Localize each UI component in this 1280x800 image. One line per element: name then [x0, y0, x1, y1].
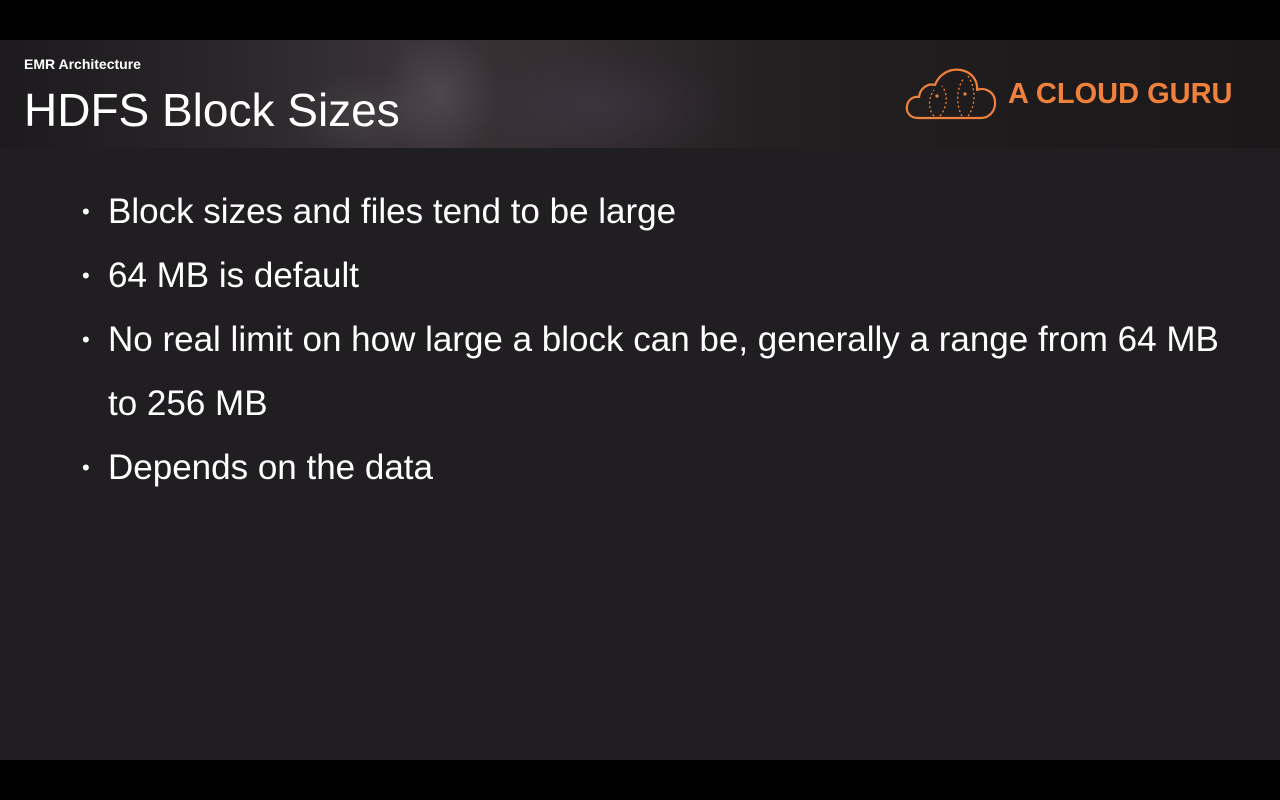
bullet-dot-icon: • — [82, 455, 90, 480]
bullet-text: Block sizes and files tend to be large — [108, 192, 677, 231]
cloud-logo-icon — [905, 68, 997, 120]
slide: EMR Architecture HDFS Block Sizes A CLOU… — [0, 40, 1280, 760]
brand-name: A CLOUD GURU — [1008, 78, 1233, 110]
bullet-item: • 64 MB is default — [78, 244, 1228, 308]
bullet-text: Depends on the data — [108, 448, 433, 487]
header-background-photo-shade — [470, 50, 730, 148]
bullet-text: 64 MB is default — [108, 256, 359, 295]
slide-header: EMR Architecture HDFS Block Sizes A CLOU… — [0, 40, 1280, 148]
letterbox-top — [0, 0, 1280, 40]
section-label: EMR Architecture — [24, 56, 141, 72]
bullet-text: No real limit on how large a block can b… — [108, 320, 1219, 423]
bullet-item: • No real limit on how large a block can… — [78, 308, 1228, 436]
letterbox-bottom — [0, 760, 1280, 800]
bullet-dot-icon: • — [82, 327, 90, 352]
slide-title: HDFS Block Sizes — [24, 84, 400, 136]
bullet-dot-icon: • — [82, 199, 90, 224]
brand-logo: A CLOUD GURU — [904, 64, 1244, 124]
bullet-item: • Block sizes and files tend to be large — [78, 180, 1228, 244]
bullet-item: • Depends on the data — [78, 436, 1228, 500]
bullet-list: • Block sizes and files tend to be large… — [78, 180, 1228, 500]
bullet-dot-icon: • — [82, 263, 90, 288]
